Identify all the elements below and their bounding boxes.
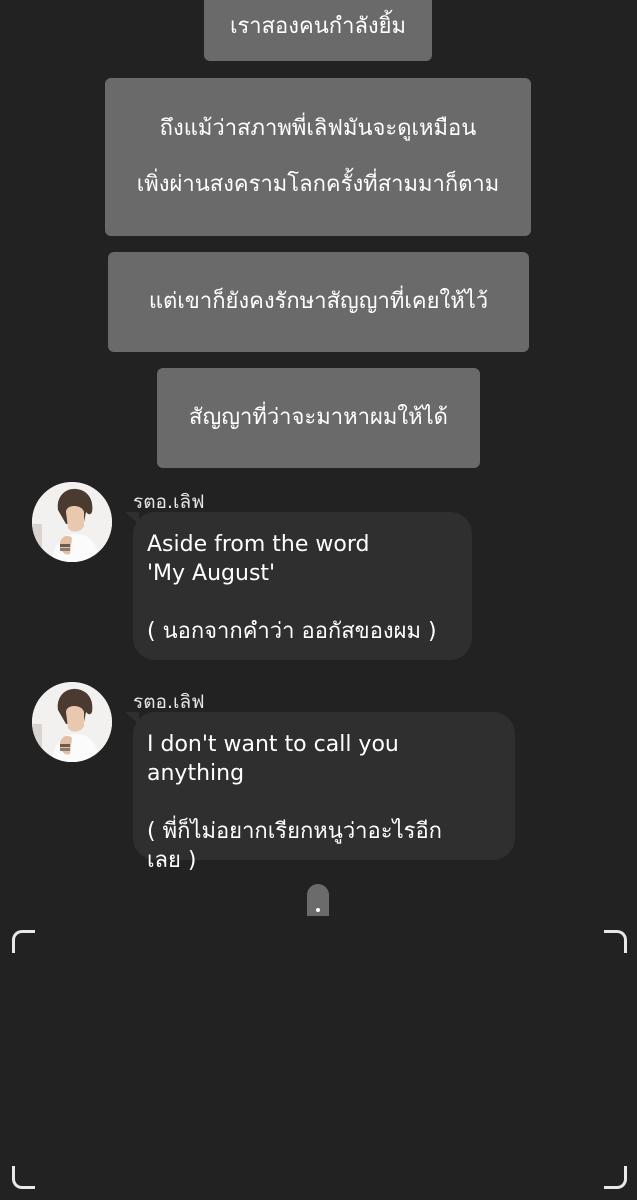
narration-text: ถึงแม้ว่าสภาพพี่เลิฟมันจะดูเหมือน <box>159 115 477 141</box>
narration-text: สัญญาที่ว่าจะมาหาผมให้ได้ <box>189 404 448 430</box>
avatar-photo <box>32 482 112 562</box>
message-bubble[interactable]: I don't want to call you anything ( พี่ก… <box>125 712 515 873</box>
narration-text: เราสองคนกำลังยิ้ม <box>229 14 407 40</box>
frame-corner-top-right <box>604 930 627 953</box>
avatar-photo <box>32 682 112 762</box>
narration-box: ถึงแม้ว่าสภาพพี่เลิฟมันจะดูเหมือน เพิ่งผ… <box>105 78 531 236</box>
message-text: ( พี่ก็ไม่อยากเรียกหนูว่าอะไรอีก <box>147 819 442 844</box>
narration-text: เพิ่งผ่านสงครามโลกครั้งที่สามมาก็ตาม <box>136 172 500 197</box>
narration-text: แต่เขาก็ยังคงรักษาสัญญาที่เคยให้ไว้ <box>148 288 489 314</box>
message-bubble[interactable]: Aside from the word 'My August' ( นอกจาก… <box>125 512 472 660</box>
message-text: เลย ) <box>147 848 197 873</box>
typing-indicator <box>307 884 329 916</box>
narration-box: แต่เขาก็ยังคงรักษาสัญญาที่เคยให้ไว้ <box>108 252 529 352</box>
narration-box: เราสองคนกำลังยิ้ม <box>204 0 432 61</box>
message-text: ( นอกจากคำว่า ออกัสของผม ) <box>147 619 437 644</box>
frame-corner-top-left <box>12 930 35 953</box>
message-text: 'My August' <box>147 561 276 586</box>
narration-box: สัญญาที่ว่าจะมาหาผมให้ได้ <box>157 368 480 468</box>
message-text: Aside from the word <box>147 532 370 557</box>
frame-corner-bottom-right <box>604 1166 627 1189</box>
avatar[interactable] <box>32 682 112 762</box>
frame-corner-bottom-left <box>12 1166 35 1189</box>
avatar[interactable] <box>32 482 112 562</box>
message-text: I don't want to call you anything <box>147 732 399 786</box>
